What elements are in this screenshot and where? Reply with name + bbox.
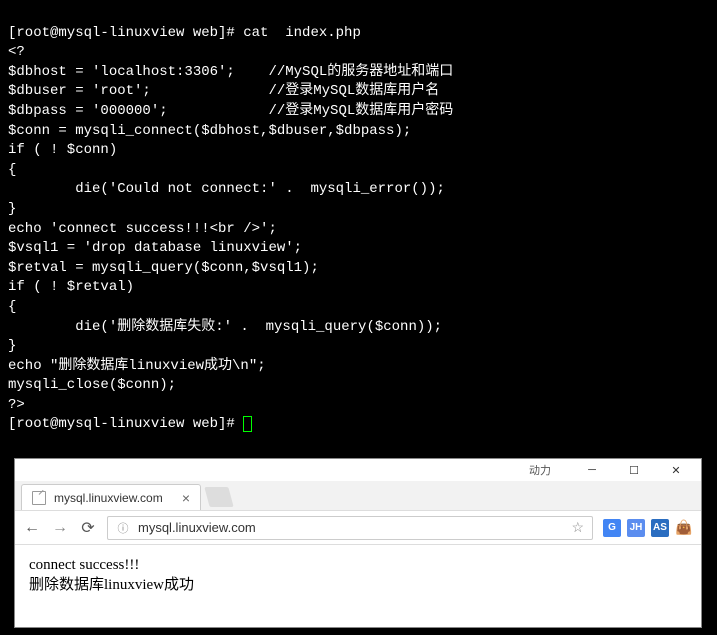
code-line: $conn = mysqli_connect($dbhost,$dbuser,$…: [8, 123, 411, 139]
code-line: mysqli_close($conn);: [8, 377, 176, 393]
code-line: <?: [8, 44, 25, 60]
code-line: die('删除数据库失败:' . mysqli_query($conn));: [8, 319, 442, 335]
code-line: $dbpass = '000000'; //登录MySQL数据库用户密码: [8, 103, 453, 119]
page-line-1: connect success!!!: [29, 555, 687, 575]
bookmark-star-icon[interactable]: ☆: [571, 519, 584, 536]
tabs-bar: mysql.linuxview.com ×: [15, 481, 701, 511]
address-bar: ← → ⟳ ⓘ mysql.linuxview.com ☆ G JH AS 👜: [15, 511, 701, 545]
url-input[interactable]: ⓘ mysql.linuxview.com ☆: [107, 516, 593, 540]
close-button[interactable]: ✕: [655, 460, 697, 480]
window-controls: ─ ☐ ✕: [571, 460, 697, 480]
browser-tab[interactable]: mysql.linuxview.com ×: [21, 484, 201, 510]
tab-title: mysql.linuxview.com: [54, 491, 172, 505]
jh-extension-icon[interactable]: JH: [627, 519, 645, 537]
code-line: }: [8, 338, 16, 354]
jar-extension-icon[interactable]: 👜: [675, 519, 693, 537]
maximize-button[interactable]: ☐: [613, 460, 655, 480]
code-line: $retval = mysqli_query($conn,$vsql1);: [8, 260, 319, 276]
page-icon: [32, 491, 46, 505]
code-line: die('Could not connect:' . mysqli_error(…: [8, 181, 445, 197]
code-line: $vsql1 = 'drop database linuxview';: [8, 240, 302, 256]
back-button[interactable]: ←: [23, 519, 41, 537]
forward-button[interactable]: →: [51, 519, 69, 537]
url-text: mysql.linuxview.com: [138, 520, 563, 535]
translate-extension-icon[interactable]: G: [603, 519, 621, 537]
code-line: ?>: [8, 397, 25, 413]
reload-button[interactable]: ⟳: [79, 518, 97, 538]
info-icon[interactable]: ⓘ: [116, 521, 130, 535]
prompt-line-2[interactable]: [root@mysql-linuxview web]#: [8, 416, 243, 432]
minimize-button[interactable]: ─: [571, 460, 613, 480]
code-line: if ( ! $retval): [8, 279, 134, 295]
browser-window: 动力 ─ ☐ ✕ mysql.linuxview.com × ← → ⟳ ⓘ m…: [14, 458, 702, 628]
extension-icons: G JH AS 👜: [603, 519, 693, 537]
prompt-line-1: [root@mysql-linuxview web]# cat index.ph…: [8, 25, 361, 41]
window-titlebar[interactable]: 动力 ─ ☐ ✕: [15, 459, 701, 481]
code-line: $dbuser = 'root'; //登录MySQL数据库用户名: [8, 83, 439, 99]
code-line: if ( ! $conn): [8, 142, 117, 158]
code-line: echo 'connect success!!!<br />';: [8, 221, 277, 237]
page-content: connect success!!! 删除数据库linuxview成功: [15, 545, 701, 606]
new-tab-button[interactable]: [204, 487, 233, 507]
terminal-output: [root@mysql-linuxview web]# cat index.ph…: [0, 0, 717, 439]
titlebar-text: 动力: [19, 462, 551, 478]
tab-close-icon[interactable]: ×: [180, 490, 192, 506]
cursor-icon: [243, 416, 252, 432]
code-line: }: [8, 201, 16, 217]
code-line: {: [8, 162, 16, 178]
as-extension-icon[interactable]: AS: [651, 519, 669, 537]
code-line: echo "删除数据库linuxview成功\n";: [8, 358, 266, 374]
code-line: {: [8, 299, 16, 315]
page-line-2: 删除数据库linuxview成功: [29, 575, 687, 595]
code-line: $dbhost = 'localhost:3306'; //MySQL的服务器地…: [8, 64, 453, 80]
